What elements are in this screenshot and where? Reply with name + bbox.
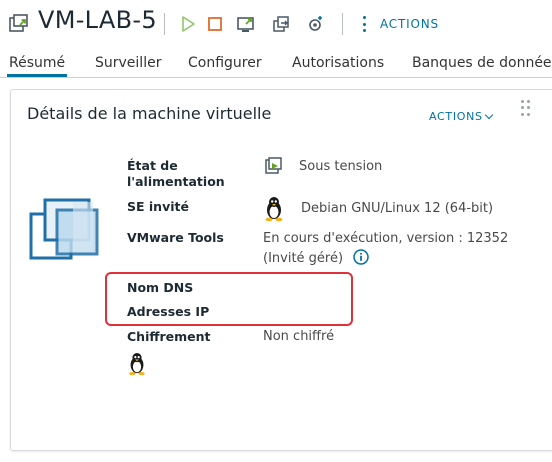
vm-details-card: Détails de la machine virtuelle ACTIONS … — [10, 89, 552, 451]
ip-addresses-label: Adresses IP — [127, 304, 210, 319]
linux-tux-icon — [265, 197, 283, 222]
tab-resume[interactable]: Résumé — [9, 55, 65, 71]
card-title: Détails de la machine virtuelle — [27, 104, 272, 123]
linux-tux-icon — [129, 353, 145, 376]
header-separator — [164, 13, 165, 35]
header-separator — [342, 13, 343, 35]
tab-surveiller[interactable]: Surveiller — [95, 55, 161, 71]
drag-handle-icon[interactable] — [521, 100, 531, 116]
tab-autorisations[interactable]: Autorisations — [292, 55, 384, 71]
dns-name-label: Nom DNS — [127, 280, 194, 295]
encryption-value: Non chiffré — [263, 329, 335, 344]
vm-header: VM-LAB-5 ACTIONS — [0, 0, 552, 46]
active-tab-indicator — [7, 74, 67, 77]
info-icon[interactable] — [353, 249, 369, 265]
guest-os-value: Debian GNU/Linux 12 (64-bit) — [301, 201, 494, 216]
card-actions-button[interactable]: ACTIONS — [429, 110, 493, 123]
power-state-value: Sous tension — [299, 159, 383, 174]
power-off-icon[interactable] — [205, 14, 225, 34]
tab-configurer[interactable]: Configurer — [188, 55, 262, 71]
vm-small-icon — [9, 14, 28, 32]
vm-large-icon — [29, 198, 99, 260]
migrate-icon[interactable] — [272, 14, 292, 34]
guest-os-label: SE invité — [127, 199, 189, 214]
card-actions-label: ACTIONS — [429, 110, 483, 123]
settings-icon[interactable] — [306, 14, 326, 34]
tab-bar: Résumé Surveiller Configurer Autorisatio… — [0, 50, 552, 78]
vmware-tools-label: VMware Tools — [127, 230, 224, 245]
vmware-tools-managed: (Invité géré) — [263, 251, 344, 266]
power-state-label-line1: État de — [127, 158, 178, 173]
kebab-icon — [358, 14, 370, 34]
tab-banques-de-donnees[interactable]: Banques de données — [412, 55, 552, 71]
console-icon[interactable] — [236, 14, 256, 34]
encryption-label: Chiffrement — [127, 329, 211, 344]
power-state-label: État de l'alimentation — [127, 158, 225, 190]
power-state-label-line2: l'alimentation — [127, 174, 225, 189]
powered-on-vm-icon — [265, 157, 282, 174]
power-on-icon[interactable] — [178, 14, 198, 34]
actions-menu-button[interactable]: ACTIONS — [358, 11, 439, 37]
actions-label: ACTIONS — [380, 17, 439, 31]
vmware-tools-managed-row: (Invité géré) — [263, 249, 508, 268]
chevron-down-icon — [484, 110, 493, 119]
vmware-tools-value: En cours d'exécution, version : 12352 (I… — [263, 230, 508, 268]
vm-title: VM-LAB-5 — [38, 6, 157, 34]
vmware-tools-status: En cours d'exécution, version : 12352 — [263, 231, 509, 246]
